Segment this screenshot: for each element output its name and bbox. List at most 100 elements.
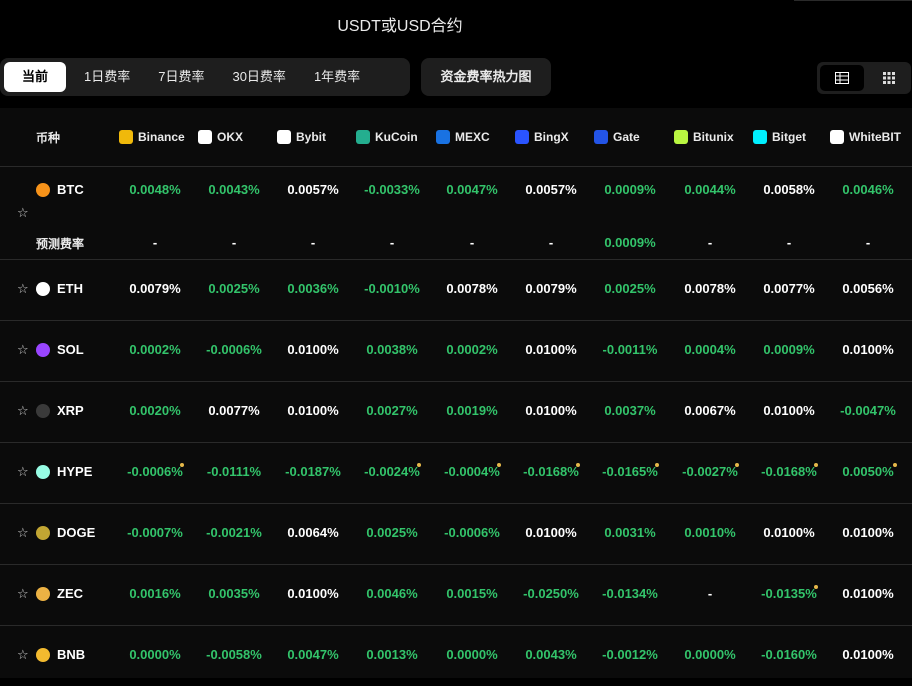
- favorite-star-icon[interactable]: ☆: [17, 342, 29, 358]
- grid-view-icon[interactable]: [867, 65, 911, 91]
- funding-rate-cell[interactable]: 0.0038%: [355, 342, 429, 357]
- funding-rate-cell[interactable]: 0.0000%: [435, 647, 509, 662]
- funding-rate-cell[interactable]: 0.0010%: [673, 525, 747, 540]
- funding-rate-cell[interactable]: 0.0037%: [593, 403, 667, 418]
- table-view-icon[interactable]: [820, 65, 864, 91]
- exchange-header-bybit[interactable]: Bybit: [277, 108, 326, 166]
- tab-7d[interactable]: 7日费率: [146, 62, 216, 92]
- funding-rate-cell[interactable]: 0.0027%: [355, 403, 429, 418]
- funding-rate-cell[interactable]: 0.0058%: [752, 182, 826, 197]
- funding-rate-cell[interactable]: 0.0004%: [673, 342, 747, 357]
- funding-rate-cell[interactable]: 0.0077%: [197, 403, 271, 418]
- funding-rate-cell[interactable]: 0.0100%: [831, 586, 905, 601]
- exchange-header-bingx[interactable]: BingX: [515, 108, 569, 166]
- funding-rate-cell[interactable]: 0.0013%: [355, 647, 429, 662]
- exchange-header-mexc[interactable]: MEXC: [436, 108, 490, 166]
- favorite-star-icon[interactable]: ☆: [17, 586, 29, 602]
- funding-rate-cell[interactable]: 0.0025%: [197, 281, 271, 296]
- funding-rate-cell[interactable]: 0.0100%: [752, 525, 826, 540]
- funding-rate-cell[interactable]: 0.0036%: [276, 281, 350, 296]
- funding-rate-cell[interactable]: -: [673, 586, 747, 601]
- exchange-header-binance[interactable]: Binance: [119, 108, 185, 166]
- funding-rate-cell[interactable]: -0.0160%: [752, 647, 826, 662]
- exchange-header-bitunix[interactable]: Bitunix: [674, 108, 734, 166]
- funding-rate-cell[interactable]: -0.0006%: [435, 525, 509, 540]
- funding-rate-cell[interactable]: 0.0100%: [514, 342, 588, 357]
- funding-rate-cell[interactable]: 0.0000%: [118, 647, 192, 662]
- funding-rate-cell[interactable]: 0.0016%: [118, 586, 192, 601]
- funding-rate-cell[interactable]: 0.0043%: [514, 647, 588, 662]
- tab-current[interactable]: 当前: [4, 62, 66, 92]
- favorite-star-icon[interactable]: ☆: [17, 403, 29, 419]
- funding-rate-cell[interactable]: 0.0015%: [435, 586, 509, 601]
- funding-rate-cell[interactable]: -0.0187%: [276, 464, 350, 479]
- tab-1d[interactable]: 1日费率: [72, 62, 142, 92]
- funding-rate-cell[interactable]: 0.0047%: [435, 182, 509, 197]
- funding-rate-cell[interactable]: 0.0043%: [197, 182, 271, 197]
- funding-rate-cell[interactable]: 0.0100%: [831, 647, 905, 662]
- tab-30d[interactable]: 30日费率: [220, 62, 297, 92]
- table-row[interactable]: ☆ DOGE -0.0007% -0.0021% 0.0064% 0.0025% -0.00…: [0, 503, 912, 565]
- exchange-header-kucoin[interactable]: KuCoin: [356, 108, 418, 166]
- funding-rate-cell[interactable]: 0.0100%: [831, 342, 905, 357]
- coin-symbol[interactable]: ETH: [57, 281, 83, 296]
- funding-rate-cell[interactable]: 0.0077%: [752, 281, 826, 296]
- funding-rate-cell[interactable]: -0.0012%: [593, 647, 667, 662]
- favorite-star-icon[interactable]: ☆: [17, 281, 29, 297]
- funding-rate-cell[interactable]: 0.0100%: [831, 525, 905, 540]
- funding-rate-cell[interactable]: -0.0134%: [593, 586, 667, 601]
- funding-rate-cell[interactable]: 0.0025%: [593, 281, 667, 296]
- funding-rate-cell[interactable]: 0.0079%: [118, 281, 192, 296]
- funding-rate-cell[interactable]: 0.0078%: [673, 281, 747, 296]
- funding-rate-cell[interactable]: -0.0111%: [197, 464, 271, 479]
- funding-rate-cell[interactable]: 0.0100%: [514, 525, 588, 540]
- funding-rate-cell[interactable]: -0.0007%: [118, 525, 192, 540]
- favorite-star-icon[interactable]: ☆: [17, 647, 29, 663]
- funding-rate-cell[interactable]: 0.0046%: [831, 182, 905, 197]
- funding-rate-cell[interactable]: 0.0067%: [673, 403, 747, 418]
- funding-rate-cell[interactable]: -0.0033%: [355, 182, 429, 197]
- funding-rate-cell[interactable]: 0.0047%: [276, 647, 350, 662]
- funding-rate-cell[interactable]: -0.0021%: [197, 525, 271, 540]
- funding-rate-cell[interactable]: -0.0006%: [197, 342, 271, 357]
- funding-rate-cell[interactable]: -0.0058%: [197, 647, 271, 662]
- funding-rate-cell[interactable]: -0.0011%: [593, 342, 667, 357]
- coin-symbol[interactable]: HYPE: [57, 464, 92, 479]
- table-row[interactable]: ☆ HYPE -0.0006% -0.0111% -0.0187% -0.0024% -0.…: [0, 442, 912, 504]
- favorite-star-icon[interactable]: ☆: [17, 464, 29, 480]
- funding-rate-cell[interactable]: 0.0100%: [752, 403, 826, 418]
- coin-symbol[interactable]: BNB: [57, 647, 85, 662]
- funding-rate-cell[interactable]: 0.0064%: [276, 525, 350, 540]
- funding-rate-cell[interactable]: 0.0048%: [118, 182, 192, 197]
- table-row[interactable]: ☆ ETH 0.0079% 0.0025% 0.0036% -0.0010% 0.0078%…: [0, 259, 912, 321]
- funding-rate-cell[interactable]: 0.0031%: [593, 525, 667, 540]
- funding-rate-cell[interactable]: 0.0025%: [355, 525, 429, 540]
- funding-rate-cell[interactable]: -0.0010%: [355, 281, 429, 296]
- table-row[interactable]: ☆ SOL 0.0002% -0.0006% 0.0100% 0.0038% 0.0002%…: [0, 320, 912, 382]
- table-row[interactable]: ☆ BTC 0.0048% 0.0043% 0.0057% -0.0033% 0.0047%…: [0, 166, 912, 260]
- funding-rate-cell[interactable]: 0.0009%: [593, 182, 667, 197]
- favorite-star-icon[interactable]: ☆: [17, 205, 29, 221]
- funding-rate-cell[interactable]: 0.0057%: [514, 182, 588, 197]
- table-row[interactable]: ☆ XRP 0.0020% 0.0077% 0.0100% 0.0027% 0.0019% 0…: [0, 381, 912, 443]
- funding-rate-cell[interactable]: 0.0044%: [673, 182, 747, 197]
- funding-rate-cell[interactable]: 0.0056%: [831, 281, 905, 296]
- funding-rate-cell[interactable]: 0.0046%: [355, 586, 429, 601]
- exchange-header-okx[interactable]: OKX: [198, 108, 243, 166]
- funding-rate-cell[interactable]: 0.0078%: [435, 281, 509, 296]
- funding-rate-cell[interactable]: 0.0009%: [752, 342, 826, 357]
- coin-symbol[interactable]: ZEC: [57, 586, 83, 601]
- heatmap-button[interactable]: 资金费率热力图: [421, 58, 551, 96]
- funding-rate-cell[interactable]: 0.0002%: [435, 342, 509, 357]
- table-row[interactable]: ☆ BNB 0.0000% -0.0058% 0.0047% 0.0013% 0.0000%…: [0, 625, 912, 686]
- exchange-header-gate[interactable]: Gate: [594, 108, 640, 166]
- funding-rate-cell[interactable]: 0.0002%: [118, 342, 192, 357]
- favorite-star-icon[interactable]: ☆: [17, 525, 29, 541]
- funding-rate-cell[interactable]: 0.0019%: [435, 403, 509, 418]
- funding-rate-cell[interactable]: 0.0057%: [276, 182, 350, 197]
- exchange-header-whitebit[interactable]: WhiteBIT: [830, 108, 901, 166]
- coin-symbol[interactable]: BTC: [57, 182, 84, 197]
- coin-symbol[interactable]: DOGE: [57, 525, 95, 540]
- funding-rate-cell[interactable]: 0.0020%: [118, 403, 192, 418]
- tab-1y[interactable]: 1年费率: [302, 62, 372, 92]
